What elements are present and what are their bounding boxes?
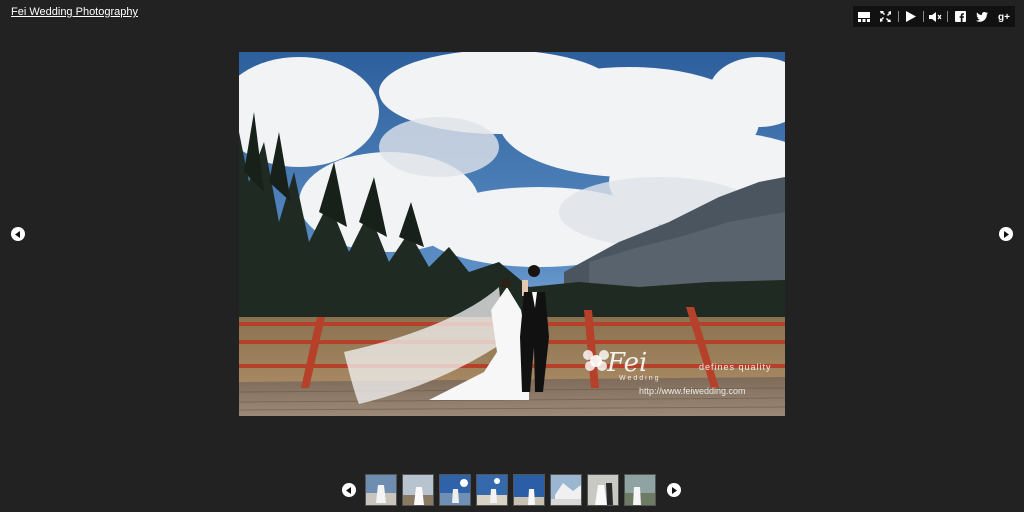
google-plus-share-button[interactable]: g+ — [993, 6, 1015, 27]
thumbnail-strip-prev-button[interactable] — [342, 483, 356, 497]
mute-icon — [929, 11, 942, 22]
thumbnail[interactable] — [624, 474, 656, 506]
play-button[interactable] — [900, 6, 922, 27]
chevron-left-icon — [15, 225, 21, 243]
google-plus-icon: g+ — [998, 11, 1011, 22]
chevron-right-icon — [671, 481, 677, 499]
svg-text:defines quality: defines quality — [699, 362, 772, 372]
thumbnails-icon — [857, 11, 870, 22]
thumbnail[interactable] — [587, 474, 619, 506]
thumbnail[interactable] — [550, 474, 582, 506]
twitter-icon — [976, 11, 989, 22]
chevron-left-icon — [346, 481, 352, 499]
toolbar: g+ — [853, 6, 1015, 27]
thumbnail[interactable] — [513, 474, 545, 506]
toolbar-divider — [947, 11, 949, 22]
chevron-right-icon — [1003, 225, 1009, 243]
mute-button[interactable] — [925, 6, 947, 27]
thumbnail[interactable] — [439, 474, 471, 506]
thumbnail[interactable] — [402, 474, 434, 506]
thumbnail-strip-next-button[interactable] — [667, 483, 681, 497]
previous-photo-button[interactable] — [11, 227, 25, 241]
fullscreen-button[interactable] — [875, 6, 897, 27]
svg-text:Wedding: Wedding — [619, 375, 661, 382]
thumbnail-strip — [365, 474, 660, 507]
thumbnail[interactable] — [476, 474, 508, 506]
facebook-icon — [954, 11, 966, 22]
fullscreen-icon — [880, 11, 892, 22]
thumbnails-toggle-button[interactable] — [853, 6, 875, 27]
twitter-share-button[interactable] — [971, 6, 993, 27]
play-icon — [905, 11, 916, 22]
main-photo[interactable]: Fei Wedding defines quality http://www.f… — [239, 52, 785, 416]
svg-text:http://www.feiwedding.com: http://www.feiwedding.com — [639, 386, 746, 396]
facebook-share-button[interactable] — [949, 6, 971, 27]
site-title-link[interactable]: Fei Wedding Photography — [11, 6, 138, 18]
toolbar-divider — [897, 11, 899, 22]
next-photo-button[interactable] — [999, 227, 1013, 241]
thumbnail[interactable] — [365, 474, 397, 506]
svg-text:Fei: Fei — [606, 348, 647, 378]
toolbar-divider — [922, 11, 924, 22]
svg-text:g+: g+ — [998, 12, 1010, 22]
